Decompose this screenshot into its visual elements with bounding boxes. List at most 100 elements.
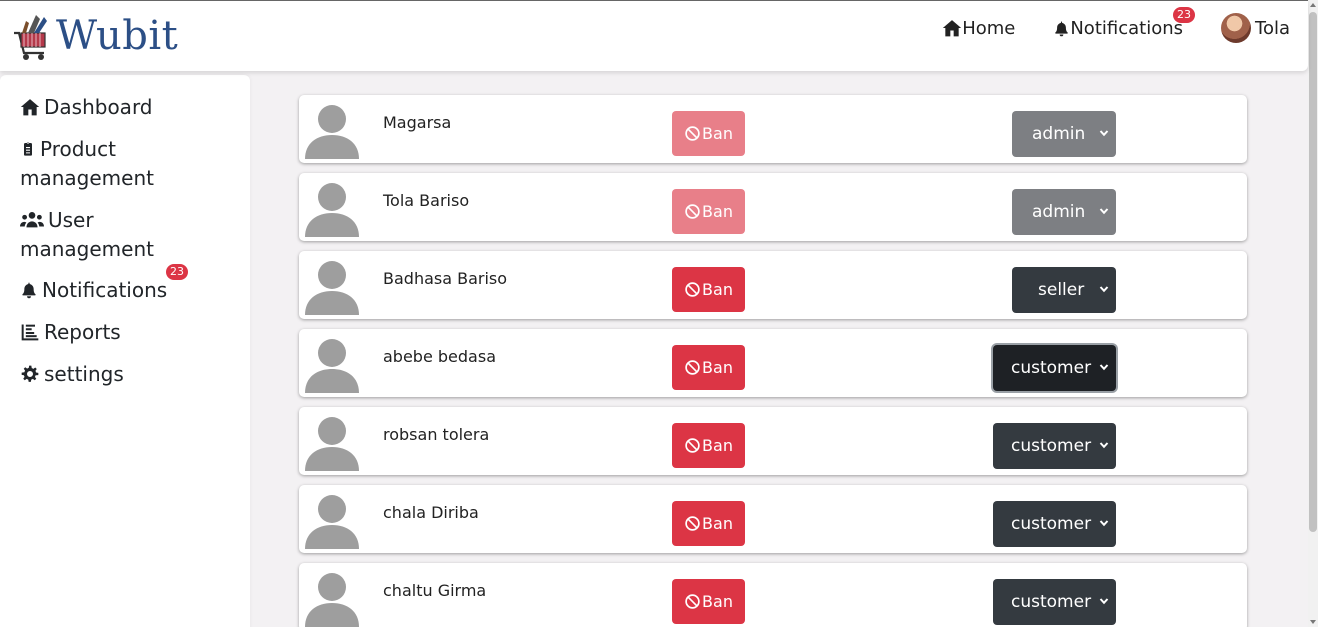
clipboard-icon [24,142,32,156]
user-name: chaltu Girma [383,581,487,600]
user-card: robsan tolera Ban customer [299,407,1247,475]
sidebar-item-settings[interactable]: settings [20,360,230,389]
sidebar-notifications-badge: 23 [166,264,188,280]
users-icon [20,212,44,228]
role-select[interactable]: seller [1012,267,1116,313]
user-profile-menu[interactable]: Tola [1221,13,1290,43]
user-name: Tola Bariso [383,191,470,210]
ban-button-label: Ban [702,358,733,377]
ban-icon [685,438,700,453]
chevron-down-icon [1099,364,1109,371]
default-avatar-icon [305,183,359,237]
nav-notifications-label: Notifications [1070,17,1184,39]
ban-button-label: Ban [702,124,733,143]
chevron-down-icon [1099,130,1109,137]
ban-button-label: Ban [702,202,733,221]
sidebar-item-label: Reports [44,320,121,344]
chevron-down-icon [1099,520,1109,527]
role-select[interactable]: admin [1012,111,1116,157]
role-select[interactable]: customer [993,501,1116,547]
user-name: Magarsa [383,113,452,132]
default-avatar-icon [305,417,359,471]
role-select-value: customer [1011,358,1092,378]
ban-button[interactable]: Ban [672,579,745,624]
role-select[interactable]: customer [993,345,1116,391]
sidebar-item-reports[interactable]: Reports [20,318,230,347]
role-select-value: seller [1038,280,1085,300]
ban-button[interactable]: Ban [672,267,745,312]
role-select-value: customer [1011,592,1092,612]
user-card: Magarsa Ban admin [299,95,1247,163]
brand[interactable]: Wubit [10,11,178,61]
sidebar-item-label: settings [44,362,124,386]
user-card: abebe bedasa Ban customer [299,329,1247,397]
ban-button[interactable]: Ban [672,501,745,546]
notifications-count-badge: 23 [1173,6,1196,23]
ban-icon [685,516,700,531]
default-avatar-icon [305,105,359,159]
home-icon [20,99,40,116]
user-card: Tola Bariso Ban admin [299,173,1247,241]
sidebar-item-notifications[interactable]: Notifications 23 [20,264,230,305]
avatar [1221,13,1252,43]
bell-icon [1055,21,1069,36]
ban-button-label: Ban [702,436,733,455]
user-card: chaltu Girma Ban customer [299,563,1247,627]
page-scrollbar[interactable] [1308,0,1318,627]
ban-button[interactable]: Ban [672,189,745,234]
sidebar: Dashboard Product management User manage… [0,75,250,627]
ban-button-label: Ban [702,592,733,611]
ban-button[interactable]: Ban [672,111,745,156]
brand-name: Wubit [56,13,179,59]
user-name: chala Diriba [383,503,479,522]
ban-button-label: Ban [702,514,733,533]
user-card: chala Diriba Ban customer [299,485,1247,553]
chart-icon [21,324,39,341]
ban-button[interactable]: Ban [672,423,745,468]
role-select-value: customer [1011,514,1092,534]
ban-icon [685,126,700,141]
chevron-down-icon [1099,598,1109,605]
role-select[interactable]: admin [1012,189,1116,235]
role-select-value: admin [1032,124,1086,144]
ban-icon [685,594,700,609]
sidebar-item-label: Notifications [42,278,168,302]
scrollbar-thumb[interactable] [1309,12,1317,532]
bell-icon [22,282,36,299]
default-avatar-icon [305,573,359,627]
nav-notifications-link[interactable]: Notifications 23 [1053,6,1196,39]
sidebar-item-dashboard[interactable]: Dashboard [20,93,230,122]
sidebar-item-label: Dashboard [44,95,153,119]
ban-button-label: Ban [702,280,733,299]
default-avatar-icon [305,261,359,315]
nav-home-link[interactable]: Home [942,18,1015,39]
user-name: robsan tolera [383,425,490,444]
gear-icon [21,365,39,382]
scroll-up-arrow[interactable] [1310,3,1316,7]
role-select[interactable]: customer [993,423,1116,469]
ban-button[interactable]: Ban [672,345,745,390]
home-icon [943,20,962,37]
default-avatar-icon [305,495,359,549]
role-select-value: admin [1032,202,1086,222]
sidebar-item-user-management[interactable]: User management [20,206,230,264]
sidebar-item-product-management[interactable]: Product management [20,135,230,193]
chevron-down-icon [1099,208,1109,215]
user-name: Badhasa Bariso [383,269,508,288]
role-select[interactable]: customer [993,579,1116,625]
shopping-cart-logo-icon [14,15,47,60]
ban-icon [685,360,700,375]
chevron-down-icon [1099,442,1109,449]
user-name: abebe bedasa [383,347,496,366]
role-select-value: customer [1011,436,1092,456]
ban-icon [685,282,700,297]
nav-home-label: Home [962,17,1016,39]
top-nav-links: Home Notifications 23 Tola [942,6,1290,43]
ban-icon [685,204,700,219]
scroll-down-arrow[interactable] [1310,620,1316,624]
user-name: Tola [1255,17,1290,39]
sidebar-item-label: Product management [20,137,154,190]
default-avatar-icon [305,339,359,393]
user-card: Badhasa Bariso Ban seller [299,251,1247,319]
chevron-down-icon [1099,286,1109,293]
